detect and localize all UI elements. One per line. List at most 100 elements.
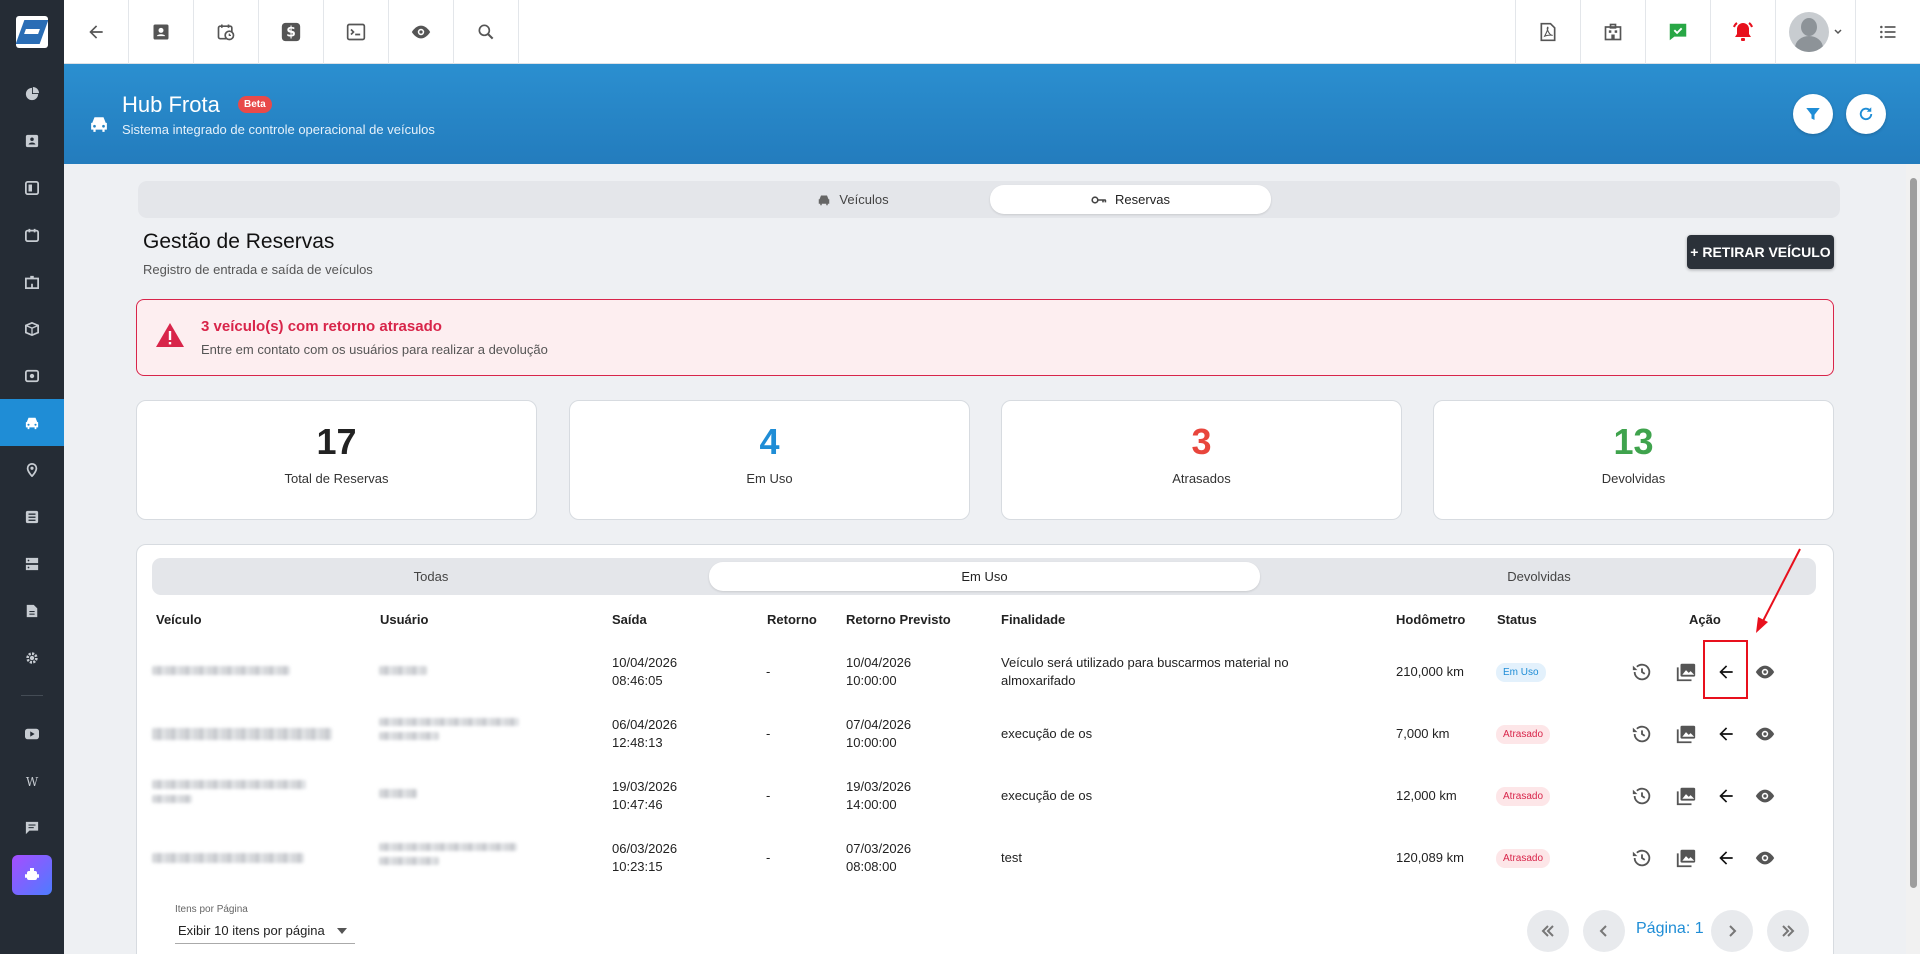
refresh-icon xyxy=(1859,107,1873,121)
avatar xyxy=(1788,12,1829,52)
tab-devolvidas[interactable]: Devolvidas xyxy=(1264,562,1814,591)
return-vehicle-button[interactable] xyxy=(1710,842,1742,874)
contacts-button[interactable] xyxy=(129,0,194,64)
sidebar-item-dashboard[interactable] xyxy=(0,70,64,117)
redacted-vehicle xyxy=(152,795,192,803)
last-page-button[interactable] xyxy=(1767,910,1809,952)
tab-todas[interactable]: Todas xyxy=(156,562,706,591)
search-button[interactable] xyxy=(454,0,519,64)
pdf-button[interactable] xyxy=(1515,0,1580,64)
sidebar-item-servers[interactable] xyxy=(0,540,64,587)
saida-date: 19/03/2026 xyxy=(612,779,678,794)
filter-button[interactable] xyxy=(1793,94,1833,134)
schedule-button[interactable] xyxy=(194,0,259,64)
tab-veiculos[interactable]: Veículos xyxy=(718,185,988,214)
terminal-icon xyxy=(346,23,366,41)
stat-card-atrasados: 3 Atrasados xyxy=(1001,400,1402,520)
history-button[interactable] xyxy=(1626,842,1658,874)
next-page-button[interactable] xyxy=(1711,910,1753,952)
redacted-user xyxy=(379,718,519,726)
eye-icon xyxy=(1755,665,1775,679)
back-button[interactable] xyxy=(64,0,129,64)
view-details-button[interactable] xyxy=(1749,842,1781,874)
redacted-user xyxy=(379,732,439,740)
page-scrollbar[interactable] xyxy=(1906,164,1920,954)
sidebar-item-locations[interactable] xyxy=(0,446,64,493)
stat-label: Devolvidas xyxy=(1601,471,1666,486)
return-vehicle-button[interactable] xyxy=(1710,780,1742,812)
finance-button[interactable]: $ xyxy=(259,0,324,64)
app-logo[interactable] xyxy=(0,0,64,64)
alert-text: Entre em contato com os usuários para re… xyxy=(201,342,548,357)
first-page-button[interactable] xyxy=(1527,910,1569,952)
previsto-time: 08:08:00 xyxy=(846,859,897,874)
terminal-button[interactable] xyxy=(324,0,389,64)
caret-down-icon xyxy=(337,928,347,934)
sidebar-item-inventory[interactable] xyxy=(0,305,64,352)
eye-icon xyxy=(1755,851,1775,865)
col-finalidade: Finalidade xyxy=(1001,612,1066,627)
sidebar-item-contacts[interactable] xyxy=(0,117,64,164)
saida-time: 10:47:46 xyxy=(612,797,663,812)
sidebar-item-settings[interactable] xyxy=(0,634,64,681)
col-usuario: Usuário xyxy=(380,612,429,627)
photos-button[interactable] xyxy=(1670,718,1702,750)
view-details-button[interactable] xyxy=(1749,656,1781,688)
stat-value: 3 xyxy=(1191,421,1212,462)
status-badge: Atrasado xyxy=(1496,787,1551,806)
user-menu[interactable] xyxy=(1775,0,1855,64)
view-details-button[interactable] xyxy=(1749,718,1781,750)
stat-label: Atrasados xyxy=(1172,471,1231,486)
col-veiculo: Veículo xyxy=(156,612,202,627)
sidebar-item-wiki[interactable]: W xyxy=(0,757,64,804)
previsto-time: 10:00:00 xyxy=(846,673,897,688)
redacted-vehicle xyxy=(152,853,304,863)
svg-text:W: W xyxy=(26,775,39,787)
chat-icon xyxy=(25,821,39,834)
photos-button[interactable] xyxy=(1670,842,1702,874)
sidebar-item-fleet[interactable] xyxy=(0,399,64,446)
tab-reservas[interactable]: Reservas xyxy=(990,185,1271,214)
sidebar-item-documents[interactable] xyxy=(0,587,64,634)
sidebar-item-calendar[interactable] xyxy=(0,211,64,258)
menu-button[interactable] xyxy=(1855,0,1920,64)
view-details-button[interactable] xyxy=(1749,780,1781,812)
photos-button[interactable] xyxy=(1670,656,1702,688)
retirar-veiculo-button[interactable]: + RETIRAR VEÍCULO xyxy=(1687,235,1834,269)
redacted-user xyxy=(379,843,517,851)
chat-button[interactable] xyxy=(1645,0,1710,64)
chevron-down-icon xyxy=(1833,29,1842,35)
refresh-button[interactable] xyxy=(1846,94,1886,134)
photos-button[interactable] xyxy=(1670,780,1702,812)
finalidade: test xyxy=(1001,850,1022,865)
return-vehicle-button[interactable] xyxy=(1710,718,1742,750)
stat-card-total: 17 Total de Reservas xyxy=(136,400,537,520)
saida-date: 06/03/2026 xyxy=(612,841,678,856)
sidebar-item-board[interactable] xyxy=(0,164,64,211)
view-button[interactable] xyxy=(389,0,454,64)
list-menu-icon xyxy=(1880,25,1896,39)
double-chevron-left-icon xyxy=(1541,925,1554,937)
alarm-button[interactable] xyxy=(1710,0,1775,64)
sidebar-app-launcher[interactable] xyxy=(12,855,52,895)
history-button[interactable] xyxy=(1626,718,1658,750)
history-button[interactable] xyxy=(1626,780,1658,812)
scrollbar-thumb[interactable] xyxy=(1910,178,1917,888)
sidebar-item-finance[interactable] xyxy=(0,352,64,399)
saida-time: 12:48:13 xyxy=(612,735,663,750)
company-button[interactable] xyxy=(1580,0,1645,64)
sidebar-item-videos[interactable] xyxy=(0,710,64,757)
redacted-vehicle xyxy=(152,728,332,740)
status-badge: Atrasado xyxy=(1496,849,1551,868)
sidebar-item-list[interactable] xyxy=(0,493,64,540)
sidebar-item-company[interactable] xyxy=(0,258,64,305)
sidebar-item-messages[interactable] xyxy=(0,804,64,851)
tab-em-uso[interactable]: Em Uso xyxy=(709,562,1260,591)
eye-icon xyxy=(411,25,431,39)
history-button[interactable] xyxy=(1626,656,1658,688)
col-status: Status xyxy=(1497,612,1537,627)
items-per-page-select[interactable]: Exibir 10 itens por página xyxy=(175,918,355,944)
stat-value: 13 xyxy=(1613,421,1654,462)
hodometro: 7,000 km xyxy=(1396,726,1450,741)
prev-page-button[interactable] xyxy=(1583,910,1625,952)
